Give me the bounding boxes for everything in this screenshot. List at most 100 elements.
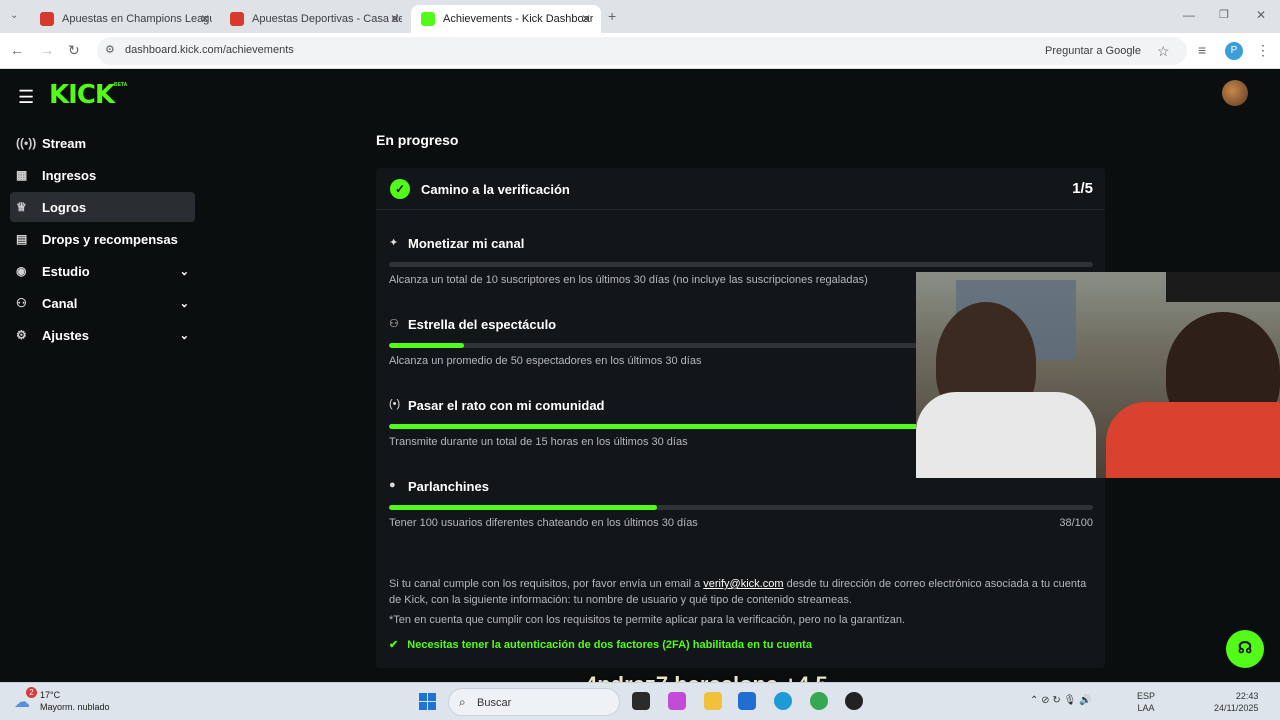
profile-avatar[interactable]: P	[1225, 42, 1243, 60]
sidebar-item-ingresos[interactable]: ▦ Ingresos	[10, 160, 195, 190]
sidebar-item-stream[interactable]: ((•)) Stream	[10, 128, 195, 158]
verify-email-link[interactable]: verify@kick.com	[703, 578, 783, 590]
support-chat-button[interactable]: ☊	[1226, 630, 1264, 668]
browser-tab-1[interactable]: Apuestas en Champions League ✕	[30, 5, 220, 33]
requirement-title: Monetizar mi canal	[408, 236, 525, 251]
browser-tab-strip: ⌄ Apuestas en Champions League ✕ Apuesta…	[0, 0, 1280, 33]
requirement-desc: Alcanza un total de 10 suscriptores en l…	[389, 274, 868, 286]
broadcast-icon: (•)	[389, 398, 401, 410]
close-window-icon[interactable]: ✕	[1256, 8, 1266, 22]
tab-search-icon[interactable]: ⌄	[10, 10, 18, 21]
scarf-banner	[1166, 272, 1280, 302]
chevron-down-icon[interactable]: ⌄	[180, 297, 189, 310]
sidebar-item-label: Estudio	[42, 263, 90, 279]
start-button[interactable]	[419, 693, 436, 710]
sidebar-item-label: Drops y recompensas	[42, 231, 178, 247]
url-text[interactable]: dashboard.kick.com/achievements	[125, 44, 294, 56]
requirement-desc: Alcanza un promedio de 50 espectadores e…	[389, 355, 702, 367]
restore-icon[interactable]: ❐	[1219, 8, 1229, 21]
sidebar-item-logros[interactable]: ♕ Logros	[10, 192, 195, 222]
lang-layout: LAA	[1137, 703, 1155, 713]
tab-title: Apuestas en Champions League	[62, 13, 212, 25]
sidebar-item-ajustes[interactable]: ⚙ Ajustes ⌄	[10, 320, 195, 350]
weather-temp: 17°C	[40, 690, 61, 700]
info-text: Si tu canal cumple con los requisitos, p…	[389, 578, 704, 590]
address-bar-row: ← → ↻ ⚙ dashboard.kick.com/achievements …	[0, 33, 1280, 69]
progress-fill	[389, 505, 657, 510]
twofa-requirement: ✔ Necesitas tener la autenticación de do…	[389, 638, 812, 651]
file-explorer-icon[interactable]	[704, 692, 722, 710]
progress-bar	[389, 262, 1093, 267]
requirement-title: Pasar el rato con mi comunidad	[408, 398, 605, 413]
white-jersey	[916, 392, 1096, 478]
browser-tab-2[interactable]: Apuestas Deportivas - Casa de ✕	[220, 5, 410, 33]
webcam-overlay	[916, 272, 1280, 478]
windows-taskbar: ☁ 2 17°C Mayorm. nublado ⌕ Buscar ⌃ ⊘ ↻ …	[0, 682, 1280, 720]
search-icon: ⌕	[459, 695, 466, 709]
sidebar-item-drops[interactable]: ▤ Drops y recompensas	[10, 224, 195, 254]
user-avatar[interactable]	[1222, 80, 1248, 106]
people-icon: ⚇	[389, 318, 399, 330]
minimize-icon[interactable]: —	[1183, 8, 1195, 22]
check-icon: ✔	[389, 639, 399, 651]
studio-icon: ◉	[16, 264, 27, 278]
kick-logo[interactable]: KICK	[49, 80, 115, 110]
broadcast-icon: ((•))	[16, 136, 37, 150]
close-tab-icon[interactable]: ✕	[200, 12, 210, 26]
requirement-desc: Transmite durante un total de 15 horas e…	[389, 436, 688, 448]
reload-icon[interactable]: ↻	[68, 42, 80, 59]
sparkle-icon: ✦	[389, 237, 399, 249]
taskbar-clock[interactable]: 22:43 24/11/2025	[1214, 690, 1258, 714]
weather-desc: Mayorm. nublado	[40, 702, 110, 712]
sidebar-item-label: Logros	[42, 199, 87, 215]
back-icon[interactable]: ←	[10, 42, 24, 58]
page-title: En progreso	[376, 132, 459, 148]
chrome-app-icon[interactable]	[810, 692, 828, 710]
gift-icon: ▤	[16, 232, 28, 246]
weather-widget[interactable]: 17°C Mayorm. nublado	[40, 689, 110, 713]
store-app-icon[interactable]	[738, 692, 756, 710]
edge-app-icon[interactable]	[774, 692, 792, 710]
verification-note: *Ten en cuenta que cumplir con los requi…	[389, 614, 906, 626]
tab-title: Achievements - Kick Dashboard	[443, 13, 593, 25]
sidebar-item-canal[interactable]: ⚇ Canal ⌄	[10, 288, 195, 318]
close-tab-icon[interactable]: ✕	[390, 12, 400, 26]
card-progress: 1/5	[1072, 180, 1093, 197]
ask-google-button[interactable]: Preguntar a Google	[1045, 45, 1141, 57]
clock-date: 24/11/2025	[1214, 703, 1259, 713]
search-placeholder: Buscar	[477, 697, 512, 709]
sidebar-item-estudio[interactable]: ◉ Estudio ⌄	[10, 256, 195, 286]
copilot-app-icon[interactable]	[668, 692, 686, 710]
gear-icon: ⚙	[16, 328, 27, 342]
card-title: Camino a la verificación	[421, 182, 570, 197]
sidebar-item-label: Canal	[42, 295, 78, 311]
media-control-icon[interactable]: ≡	[1198, 42, 1206, 58]
language-indicator[interactable]: ESP LAA	[1137, 690, 1155, 714]
close-tab-icon[interactable]: ✕	[581, 12, 591, 26]
progress-fill	[389, 343, 464, 348]
verified-badge-icon: ✓	[390, 179, 410, 199]
chat-bubble-icon: ●	[389, 479, 396, 491]
forward-icon[interactable]: →	[40, 42, 54, 58]
requirement-title: Parlanchines	[408, 479, 489, 494]
chevron-down-icon[interactable]: ⌄	[180, 329, 189, 342]
site-info-icon[interactable]: ⚙	[105, 43, 115, 56]
new-tab-icon[interactable]: +	[608, 8, 616, 24]
betting-favicon-icon	[230, 12, 244, 26]
hamburger-menu-icon[interactable]: ☰	[18, 87, 34, 108]
browser-tab-3-active[interactable]: Achievements - Kick Dashboard ✕	[411, 5, 601, 33]
card-header[interactable]: ✓ Camino a la verificación 1/5	[376, 168, 1105, 210]
bookmark-star-icon[interactable]: ☆	[1157, 43, 1170, 60]
red-jersey	[1106, 402, 1280, 478]
chevron-down-icon[interactable]: ⌄	[180, 265, 189, 278]
beta-badge: BETA	[114, 82, 128, 88]
obs-app-icon[interactable]	[845, 692, 863, 710]
terminal-app-icon[interactable]	[632, 692, 650, 710]
requirement-title: Estrella del espectáculo	[408, 317, 557, 332]
menu-kebab-icon[interactable]: ⋮	[1256, 42, 1270, 59]
weather-badge: 2	[26, 687, 37, 698]
system-tray[interactable]: ⌃ ⊘ ↻ 🎙 🔊	[1030, 695, 1091, 706]
trophy-icon: ♕	[16, 200, 27, 214]
taskbar-search[interactable]: ⌕ Buscar	[448, 688, 620, 716]
url-box[interactable]: ⚙ dashboard.kick.com/achievements Pregun…	[97, 37, 1187, 65]
